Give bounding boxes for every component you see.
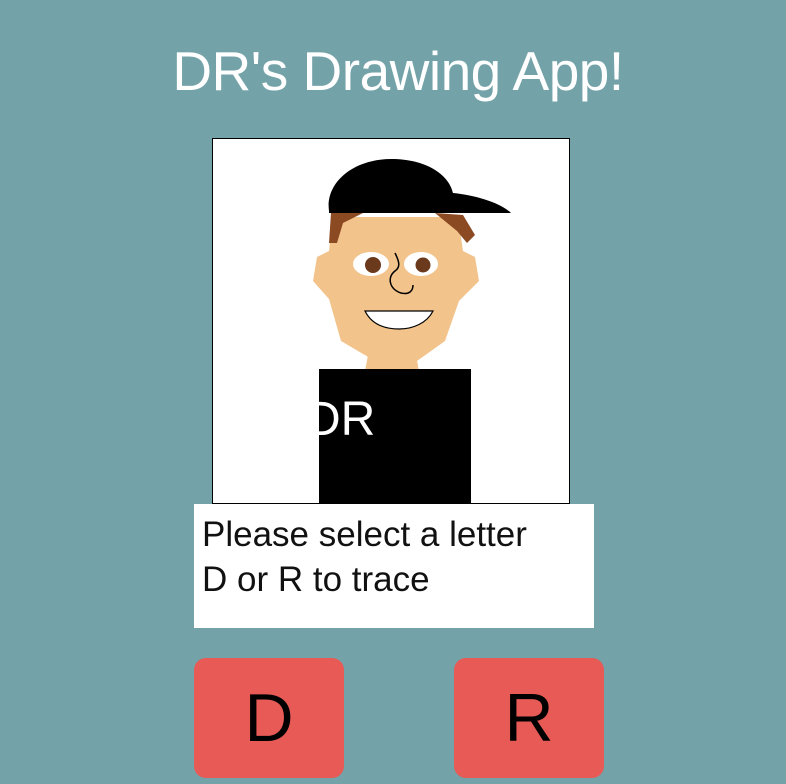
drawing-canvas[interactable]: DR <box>212 138 570 504</box>
instruction-line-1: Please select a letter <box>202 515 527 554</box>
select-r-button[interactable]: R <box>454 658 604 778</box>
app-title: DR's Drawing App! <box>172 40 624 102</box>
shirt-text: DR <box>306 393 376 446</box>
select-d-button[interactable]: D <box>194 658 344 778</box>
character-pupil-right <box>415 257 431 273</box>
character-cap <box>328 159 511 213</box>
instruction-line-2: D or R to trace <box>202 560 430 599</box>
character-drawing <box>313 159 511 503</box>
instruction-box: Please select a letter D or R to trace <box>194 504 594 628</box>
character-pupil-left <box>365 257 381 273</box>
